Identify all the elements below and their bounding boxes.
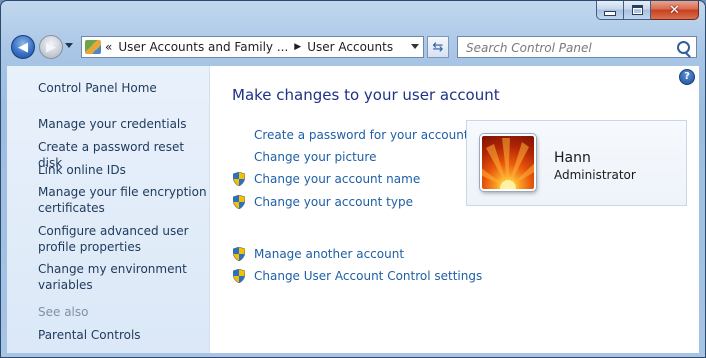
sidebar-item-online-ids[interactable]: Link online IDs (38, 162, 208, 178)
sidebar-control-panel-home[interactable]: Control Panel Home (38, 80, 208, 96)
forward-button[interactable]: ▶ (39, 35, 63, 59)
breadcrumb-user-accounts-family[interactable]: User Accounts and Family ... (118, 40, 288, 54)
uac-shield-icon (233, 269, 245, 283)
search-icon[interactable] (677, 41, 690, 54)
minimize-button[interactable] (596, 1, 624, 20)
uac-shield-icon (233, 247, 245, 261)
sidebar-item-environment-variables[interactable]: Change my environment variables (38, 261, 208, 293)
see-also-heading: See also (38, 305, 89, 319)
search-box[interactable] (457, 36, 697, 58)
breadcrumb-arrow-icon[interactable]: ▶ (294, 42, 301, 52)
navigation-bar: ◀ ▶ « User Accounts and Family ... ▶ Use… (1, 31, 705, 63)
maximize-icon (631, 5, 643, 15)
refresh-icon: ⇆ (432, 39, 444, 55)
user-name: Hann (554, 150, 591, 166)
help-icon[interactable]: ? (679, 69, 695, 85)
address-dropdown-icon[interactable] (411, 44, 419, 49)
refresh-button[interactable]: ⇆ (427, 36, 449, 58)
content-area: Control Panel Home Manage your credentia… (7, 66, 699, 353)
search-input[interactable] (464, 38, 678, 58)
minimize-icon (604, 10, 616, 16)
breadcrumb-overflow[interactable]: « (105, 40, 112, 54)
recent-pages-dropdown[interactable] (65, 43, 73, 48)
address-bar[interactable]: « User Accounts and Family ... ▶ User Ac… (81, 36, 424, 58)
uac-shield-icon (233, 195, 245, 209)
user-role: Administrator (554, 168, 636, 182)
close-button[interactable]: ✕ (651, 1, 699, 20)
sidebar-item-advanced-profile[interactable]: Configure advanced user profile properti… (38, 223, 208, 255)
forward-arrow-icon: ▶ (46, 39, 56, 55)
flower-picture-icon (482, 138, 534, 189)
maximize-button[interactable] (624, 1, 651, 20)
task-manage-another-account[interactable]: Manage another account (254, 246, 404, 262)
task-uac-settings[interactable]: Change User Account Control settings (254, 268, 482, 284)
sidebar-item-encryption-certificates[interactable]: Manage your file encryption certificates (38, 184, 208, 216)
back-button[interactable]: ◀ (11, 35, 35, 59)
task-change-account-type[interactable]: Change your account type (254, 194, 413, 210)
task-change-picture[interactable]: Change your picture (254, 149, 376, 165)
user-account-card: Hann Administrator (466, 120, 687, 206)
user-avatar[interactable] (480, 134, 536, 191)
breadcrumb-user-accounts[interactable]: User Accounts (307, 40, 393, 54)
caption-buttons: ✕ (596, 1, 699, 21)
sidebar-item-credentials[interactable]: Manage your credentials (38, 116, 208, 132)
control-panel-window: ✕ ◀ ▶ « User Accounts and Family ... ▶ U… (0, 0, 706, 358)
sidebar: Control Panel Home Manage your credentia… (7, 66, 210, 353)
back-arrow-icon: ◀ (18, 39, 28, 55)
uac-shield-icon (233, 172, 245, 186)
task-create-password[interactable]: Create a password for your account (254, 127, 469, 143)
control-panel-icon (85, 40, 101, 54)
task-change-account-name[interactable]: Change your account name (254, 171, 420, 187)
sidebar-item-parental-controls[interactable]: Parental Controls (38, 327, 208, 343)
page-title: Make changes to your user account (232, 86, 500, 104)
close-icon: ✕ (669, 2, 680, 18)
